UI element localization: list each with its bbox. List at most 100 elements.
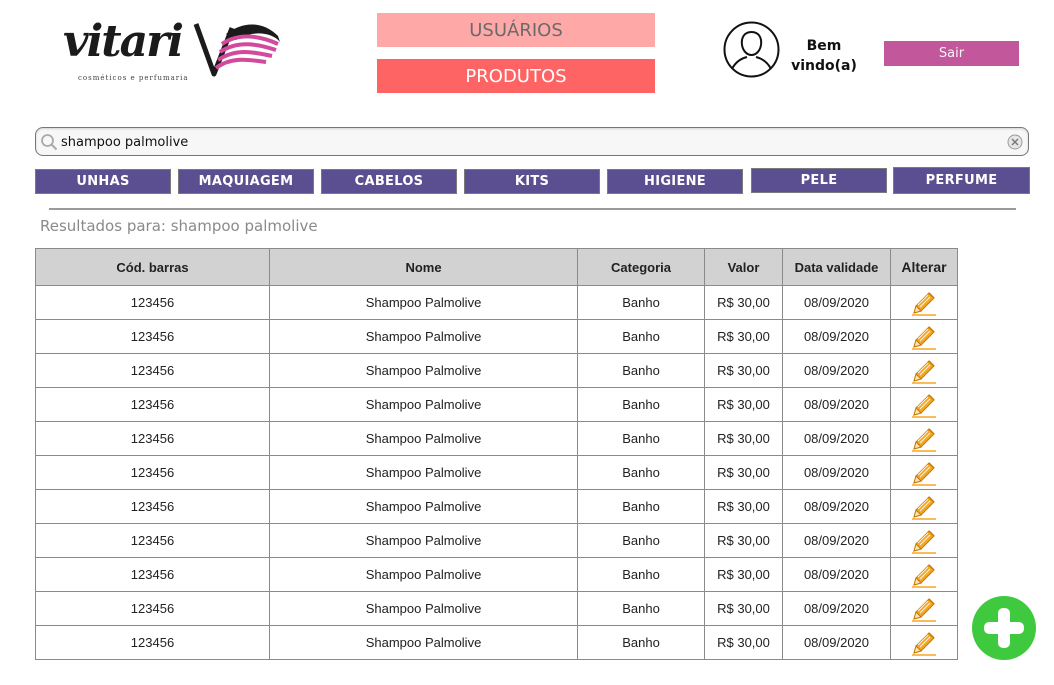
cell-value: R$ 30,00	[704, 489, 783, 524]
cell-name: Shampoo Palmolive	[269, 557, 578, 592]
welcome-text: Bem vindo(a)	[784, 36, 864, 76]
cell-barcode: 123456	[35, 421, 270, 456]
table-row: 123456 Shampoo Palmolive Banho R$ 30,00 08/0…	[35, 625, 958, 660]
category-perfume-button[interactable]: PERFUME	[893, 167, 1030, 194]
table-header-row: Cód. barras Nome Categoria Valor Data va…	[35, 248, 958, 286]
cell-value: R$ 30,00	[704, 387, 783, 422]
header-name: Nome	[269, 248, 578, 286]
cell-alter	[890, 387, 958, 422]
nav-users-button[interactable]: USUÁRIOS	[377, 13, 655, 47]
cell-barcode: 123456	[35, 353, 270, 388]
pencil-icon[interactable]	[910, 527, 938, 555]
cell-value: R$ 30,00	[704, 625, 783, 660]
table-row: 123456 Shampoo Palmolive Banho R$ 30,00 08/0…	[35, 489, 958, 524]
cell-expiry: 08/09/2020	[782, 591, 891, 626]
cell-barcode: 123456	[35, 285, 270, 320]
category-maquiagem-button[interactable]: MAQUIAGEM	[178, 169, 314, 194]
cell-category: Banho	[577, 387, 705, 422]
cell-alter	[890, 285, 958, 320]
results-label: Resultados para: shampoo palmolive	[40, 217, 318, 235]
pencil-icon[interactable]	[910, 323, 938, 351]
cell-value: R$ 30,00	[704, 557, 783, 592]
cell-barcode: 123456	[35, 523, 270, 558]
table-row: 123456 Shampoo Palmolive Banho R$ 30,00 08/0…	[35, 319, 958, 354]
welcome-line1: Bem	[806, 38, 842, 54]
cell-alter	[890, 489, 958, 524]
cell-value: R$ 30,00	[704, 353, 783, 388]
cell-name: Shampoo Palmolive	[269, 421, 578, 456]
cell-value: R$ 30,00	[704, 319, 783, 354]
cell-value: R$ 30,00	[704, 421, 783, 456]
cell-expiry: 08/09/2020	[782, 455, 891, 490]
category-cabelos-button[interactable]: CABELOS	[321, 169, 457, 194]
cell-barcode: 123456	[35, 557, 270, 592]
nav-products-button[interactable]: PRODUTOS	[377, 59, 655, 93]
header-barcode: Cód. barras	[35, 248, 270, 286]
add-product-button[interactable]	[971, 595, 1037, 661]
cell-expiry: 08/09/2020	[782, 489, 891, 524]
cell-value: R$ 30,00	[704, 523, 783, 558]
header-expiry: Data validade	[782, 248, 891, 286]
table-row: 123456 Shampoo Palmolive Banho R$ 30,00 08/0…	[35, 285, 958, 320]
pencil-icon[interactable]	[910, 561, 938, 589]
table-row: 123456 Shampoo Palmolive Banho R$ 30,00 08/0…	[35, 523, 958, 558]
header-alter: Alterar	[890, 248, 958, 286]
table-row: 123456 Shampoo Palmolive Banho R$ 30,00 08/0…	[35, 421, 958, 456]
search-icon	[41, 134, 58, 151]
table-row: 123456 Shampoo Palmolive Banho R$ 30,00 08/0…	[35, 591, 958, 626]
logout-button[interactable]: Sair	[884, 41, 1019, 66]
table-row: 123456 Shampoo Palmolive Banho R$ 30,00 08/0…	[35, 455, 958, 490]
search-input[interactable]	[61, 131, 1001, 153]
cell-barcode: 123456	[35, 489, 270, 524]
pencil-icon[interactable]	[910, 595, 938, 623]
cell-category: Banho	[577, 523, 705, 558]
pencil-icon[interactable]	[910, 459, 938, 487]
clear-icon[interactable]	[1007, 134, 1023, 150]
user-avatar-icon	[723, 21, 780, 78]
category-unhas-button[interactable]: UNHAS	[35, 169, 171, 194]
table-row: 123456 Shampoo Palmolive Banho R$ 30,00 08/0…	[35, 557, 958, 592]
cell-value: R$ 30,00	[704, 285, 783, 320]
cell-barcode: 123456	[35, 387, 270, 422]
pencil-icon[interactable]	[910, 493, 938, 521]
cell-category: Banho	[577, 557, 705, 592]
cell-name: Shampoo Palmolive	[269, 489, 578, 524]
divider	[49, 208, 1016, 210]
cell-expiry: 08/09/2020	[782, 387, 891, 422]
search-bar	[35, 127, 1029, 156]
table-row: 123456 Shampoo Palmolive Banho R$ 30,00 08/0…	[35, 387, 958, 422]
cell-name: Shampoo Palmolive	[269, 591, 578, 626]
cell-name: Shampoo Palmolive	[269, 387, 578, 422]
welcome-line2: vindo(a)	[791, 58, 857, 74]
cell-name: Shampoo Palmolive	[269, 285, 578, 320]
cell-barcode: 123456	[35, 455, 270, 490]
brand-tagline: cosméticos e perfumaria	[78, 74, 189, 82]
cell-name: Shampoo Palmolive	[269, 523, 578, 558]
cell-barcode: 123456	[35, 319, 270, 354]
pencil-icon[interactable]	[910, 289, 938, 317]
cell-expiry: 08/09/2020	[782, 353, 891, 388]
cell-category: Banho	[577, 455, 705, 490]
pencil-icon[interactable]	[910, 629, 938, 657]
cell-name: Shampoo Palmolive	[269, 319, 578, 354]
category-higiene-button[interactable]: HIGIENE	[607, 169, 743, 194]
products-table: Cód. barras Nome Categoria Valor Data va…	[35, 248, 958, 660]
cell-alter	[890, 591, 958, 626]
pencil-icon[interactable]	[910, 391, 938, 419]
cell-name: Shampoo Palmolive	[269, 353, 578, 388]
pencil-icon[interactable]	[910, 357, 938, 385]
cell-alter	[890, 319, 958, 354]
cell-barcode: 123456	[35, 591, 270, 626]
category-pele-button[interactable]: PELE	[751, 168, 887, 193]
cell-alter	[890, 625, 958, 660]
header-category: Categoria	[577, 248, 705, 286]
cell-expiry: 08/09/2020	[782, 421, 891, 456]
cell-name: Shampoo Palmolive	[269, 455, 578, 490]
cell-alter	[890, 353, 958, 388]
category-kits-button[interactable]: KITS	[464, 169, 600, 194]
cell-category: Banho	[577, 285, 705, 320]
cell-value: R$ 30,00	[704, 591, 783, 626]
pencil-icon[interactable]	[910, 425, 938, 453]
cell-category: Banho	[577, 319, 705, 354]
cell-category: Banho	[577, 591, 705, 626]
